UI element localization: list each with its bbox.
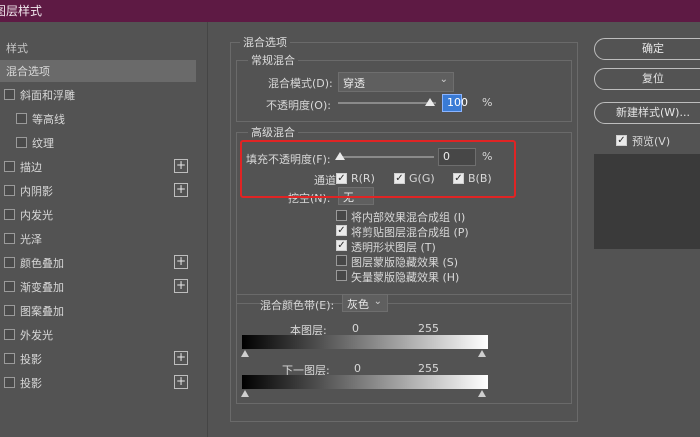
style-item-label: 投影: [20, 377, 42, 390]
underlying-layer-max: 255: [418, 362, 439, 375]
opacity-input[interactable]: 100: [442, 94, 468, 112]
style-item-label: 混合选项: [6, 65, 50, 78]
this-layer-min: 0: [352, 322, 359, 335]
style-item[interactable]: 等高线: [0, 108, 196, 130]
style-item[interactable]: 投影 +: [0, 348, 196, 370]
style-item-label: 外发光: [20, 329, 53, 342]
styles-header: 样式: [6, 42, 28, 55]
style-item[interactable]: 光泽: [0, 228, 196, 250]
style-item[interactable]: 斜面和浮雕: [0, 84, 196, 106]
style-checkbox[interactable]: [4, 161, 15, 172]
add-style-instance-icon[interactable]: +: [174, 183, 188, 197]
blend-mode-label: 混合模式(D):: [268, 77, 333, 90]
dialog-buttons-panel: 确定 复位 新建样式(W)... ✓ 预览(V): [588, 22, 700, 437]
add-style-instance-icon[interactable]: +: [174, 255, 188, 269]
style-checkbox[interactable]: [4, 353, 15, 364]
underlying-white-stop[interactable]: [478, 390, 486, 397]
style-item[interactable]: 外发光: [0, 324, 196, 346]
opacity-slider-thumb[interactable]: [425, 98, 435, 106]
this-layer-gradient: [242, 335, 488, 349]
style-checkbox[interactable]: [16, 113, 27, 124]
blend-if-select[interactable]: 灰色 ⌄: [342, 294, 388, 312]
style-item-label: 斜面和浮雕: [20, 89, 75, 102]
style-item-label: 描边: [20, 161, 42, 174]
style-item-label: 颜色叠加: [20, 257, 64, 270]
styles-list-panel: 样式 混合选项斜面和浮雕等高线纹理描边 + 内阴影 + 内发光光泽颜色叠加 + 渐变叠加 + 图…: [0, 22, 196, 437]
this-layer-black-stop[interactable]: [241, 350, 249, 357]
add-style-instance-icon[interactable]: +: [174, 159, 188, 173]
style-item[interactable]: 纹理: [0, 132, 196, 154]
style-checkbox[interactable]: [4, 281, 15, 292]
new-style-button[interactable]: 新建样式(W)...: [594, 102, 700, 124]
window-title: 图层样式: [0, 4, 43, 18]
advanced-option-label: 将剪贴图层混合成组 (P): [351, 226, 469, 239]
style-item[interactable]: 投影 +: [0, 372, 196, 394]
highlight-box: [240, 140, 516, 198]
blend-options-title: 混合选项: [240, 34, 290, 50]
style-checkbox[interactable]: [4, 185, 15, 196]
advanced-option-checkbox[interactable]: [336, 210, 347, 221]
underlying-layer-gradient: [242, 375, 488, 389]
style-checkbox[interactable]: [4, 233, 15, 244]
preview-label: 预览(V): [632, 135, 671, 148]
style-item[interactable]: 内发光: [0, 204, 196, 226]
style-item-label: 光泽: [20, 233, 42, 246]
this-layer-white-stop[interactable]: [478, 350, 486, 357]
window-titlebar: 图层样式: [0, 0, 700, 22]
style-checkbox[interactable]: [4, 257, 15, 268]
style-item[interactable]: 渐变叠加 +: [0, 276, 196, 298]
advanced-option-label: 矢量蒙版隐藏效果 (H): [351, 271, 460, 284]
style-checkbox[interactable]: [4, 305, 15, 316]
advanced-option-label: 透明形状图层 (T): [351, 241, 436, 254]
style-item-label: 纹理: [32, 137, 54, 150]
advanced-option-checkbox[interactable]: [336, 270, 347, 281]
advanced-option-label: 图层蒙版隐藏效果 (S): [351, 256, 459, 269]
underlying-layer-min: 0: [354, 362, 361, 375]
style-item-label: 投影: [20, 353, 42, 366]
style-item[interactable]: 内阴影 +: [0, 180, 196, 202]
advanced-option-checkbox[interactable]: ✓: [336, 225, 347, 236]
blend-if-value: 灰色: [347, 298, 369, 311]
blend-options-panel: 混合选项 常规混合 混合模式(D): 穿透 ⌄ 不透明度(O): 100 % 高…: [208, 22, 588, 437]
add-style-instance-icon[interactable]: +: [174, 279, 188, 293]
style-item[interactable]: 混合选项: [0, 60, 196, 82]
style-item-label: 内发光: [20, 209, 53, 222]
add-style-instance-icon[interactable]: +: [174, 351, 188, 365]
style-checkbox[interactable]: [16, 137, 27, 148]
blend-if-label: 混合颜色带(E):: [260, 299, 335, 312]
chevron-down-icon: ⌄: [373, 296, 382, 307]
style-checkbox[interactable]: [4, 377, 15, 388]
advanced-blending-title: 高级混合: [248, 124, 298, 140]
advanced-option-checkbox[interactable]: ✓: [336, 240, 347, 251]
opacity-unit: %: [482, 96, 493, 109]
style-preview-thumbnail: [594, 154, 700, 249]
blend-mode-select[interactable]: 穿透 ⌄: [338, 72, 454, 92]
advanced-option-checkbox[interactable]: [336, 255, 347, 266]
chevron-down-icon: ⌄: [439, 74, 448, 85]
general-blending-title: 常规混合: [248, 52, 298, 68]
style-item[interactable]: 颜色叠加 +: [0, 252, 196, 274]
ok-button[interactable]: 确定: [594, 38, 700, 60]
style-checkbox[interactable]: [4, 209, 15, 220]
underlying-black-stop[interactable]: [241, 390, 249, 397]
style-item-label: 渐变叠加: [20, 281, 64, 294]
reset-button[interactable]: 复位: [594, 68, 700, 90]
style-checkbox[interactable]: [4, 329, 15, 340]
style-item-label: 图案叠加: [20, 305, 64, 318]
style-item-label: 内阴影: [20, 185, 53, 198]
opacity-label: 不透明度(O):: [266, 99, 331, 112]
style-item[interactable]: 图案叠加: [0, 300, 196, 322]
style-item[interactable]: 描边 +: [0, 156, 196, 178]
add-style-instance-icon[interactable]: +: [174, 375, 188, 389]
style-item-label: 等高线: [32, 113, 65, 126]
preview-checkbox[interactable]: ✓: [616, 135, 627, 146]
blend-mode-value: 穿透: [343, 77, 365, 90]
this-layer-max: 255: [418, 322, 439, 335]
opacity-slider-track[interactable]: [338, 102, 436, 104]
advanced-option-label: 将内部效果混合成组 (I): [351, 211, 466, 224]
style-checkbox[interactable]: [4, 89, 15, 100]
